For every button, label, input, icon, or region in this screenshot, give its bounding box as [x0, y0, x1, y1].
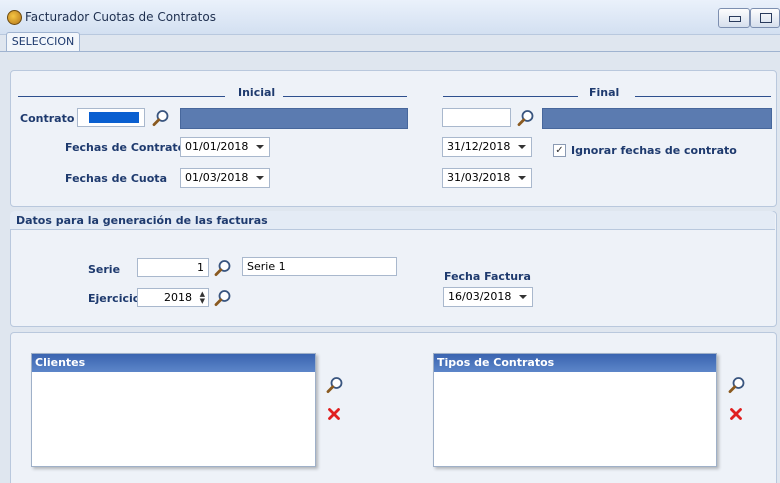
delete-icon[interactable]: [327, 407, 341, 421]
tab-seleccion[interactable]: SELECCION: [6, 32, 80, 52]
ignorar-fechas-label: Ignorar fechas de contrato: [571, 144, 737, 157]
restore-icon: [760, 13, 772, 23]
serie-label: Serie: [88, 263, 121, 276]
search-icon[interactable]: [326, 376, 344, 394]
chevron-down-icon: [256, 145, 264, 149]
divider: [443, 96, 578, 97]
fecha-cuota-inicial-select[interactable]: 01/03/2018: [180, 168, 270, 188]
fecha-factura-label: Fecha Factura: [444, 270, 531, 283]
search-icon[interactable]: [214, 259, 232, 277]
clientes-header: Clientes: [32, 354, 315, 372]
chevron-down-icon: [256, 176, 264, 180]
fecha-factura-select[interactable]: 16/03/2018: [443, 287, 533, 307]
serie-input[interactable]: 1: [137, 258, 209, 277]
minimize-button[interactable]: [718, 8, 750, 28]
serie-name: Serie 1: [242, 257, 397, 276]
app-icon: [7, 10, 22, 25]
fechas-contrato-label: Fechas de Contrato: [65, 141, 186, 154]
minimize-icon: [729, 16, 741, 22]
contrato-label: Contrato: [20, 112, 75, 125]
delete-icon[interactable]: [729, 407, 743, 421]
divider: [635, 96, 771, 97]
search-icon[interactable]: [517, 109, 535, 127]
fecha-contrato-inicial-select[interactable]: 01/01/2018: [180, 137, 270, 157]
fecha-contrato-final-value: 31/12/2018: [447, 140, 511, 153]
chevron-down-icon: [518, 176, 526, 180]
divider: [18, 96, 225, 97]
restore-button[interactable]: [750, 8, 780, 28]
search-icon[interactable]: [214, 289, 232, 307]
ignorar-fechas-checkbox[interactable]: ✓: [553, 144, 566, 157]
contrato-final-input[interactable]: [442, 108, 511, 127]
ejercicio-stepper[interactable]: 2018 ▲ ▼: [137, 288, 209, 307]
divider: [283, 96, 407, 97]
tab-divider: [0, 51, 780, 52]
ejercicio-label: Ejercicio: [88, 292, 141, 305]
ejercicio-value: 2018: [164, 291, 192, 304]
clientes-list[interactable]: Clientes: [31, 353, 316, 467]
fecha-cuota-final-select[interactable]: 31/03/2018: [442, 168, 532, 188]
chevron-down-icon: [519, 295, 527, 299]
fecha-cuota-final-value: 31/03/2018: [447, 171, 511, 184]
inicial-heading: Inicial: [238, 86, 276, 99]
contrato-inicial-name: [180, 108, 408, 129]
search-icon[interactable]: [152, 109, 170, 127]
contrato-inicial-input[interactable]: [77, 108, 145, 127]
search-icon[interactable]: [728, 376, 746, 394]
range-panel: [10, 70, 777, 207]
tipos-contratos-header: Tipos de Contratos: [434, 354, 716, 372]
tipos-contratos-list[interactable]: Tipos de Contratos: [433, 353, 717, 467]
chevron-down-icon: [518, 145, 526, 149]
contrato-final-name: [542, 108, 772, 129]
fecha-cuota-inicial-value: 01/03/2018: [185, 171, 249, 184]
datos-title: Datos para la generación de las facturas: [16, 214, 268, 227]
fecha-contrato-inicial-value: 01/01/2018: [185, 140, 249, 153]
fechas-cuota-label: Fechas de Cuota: [65, 172, 167, 185]
final-heading: Final: [589, 86, 620, 99]
spinner-arrows-icon[interactable]: ▲ ▼: [200, 291, 205, 305]
fecha-factura-value: 16/03/2018: [448, 290, 512, 303]
fecha-contrato-final-select[interactable]: 31/12/2018: [442, 137, 532, 157]
window-title: Facturador Cuotas de Contratos: [25, 10, 216, 24]
checkmark-icon: ✓: [555, 145, 564, 156]
